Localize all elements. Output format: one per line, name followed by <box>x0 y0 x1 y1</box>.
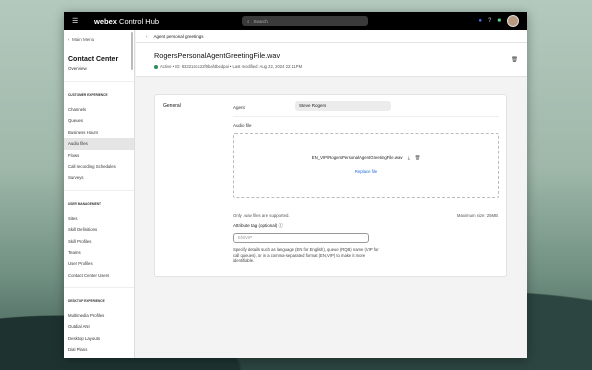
sidebar-item-outdial-ani[interactable]: Outdial ANI <box>64 321 134 332</box>
logo-bold: webex <box>94 16 117 26</box>
status-dot-icon <box>154 64 158 69</box>
search-icon: ⌕ <box>247 18 250 24</box>
general-card: General Agent Steve Rogers Audio file EN… <box>154 94 507 277</box>
sidebar-item-contact-center-users[interactable]: Contact Center Users <box>64 270 134 281</box>
sidebar-item-user-profiles[interactable]: User Profiles <box>64 258 134 269</box>
top-bar: ☰ webex Control Hub ⌕ Search ● ? ■ <box>64 12 527 30</box>
sidebar-item-queues[interactable]: Queues <box>64 115 134 126</box>
sidebar-item-overview[interactable]: Overview <box>64 66 134 82</box>
file-type-hint: Only .wav files are supported. <box>233 213 290 218</box>
info-icon[interactable]: ⓘ <box>279 223 284 228</box>
status-badge: Active <box>160 64 172 69</box>
file-meta: Active • ID: 833214cc22f0baf4bedpai • La… <box>154 64 302 69</box>
sidebar-item-desktop-layouts[interactable]: Desktop Layouts <box>64 333 134 344</box>
sidebar-item-skill-definitions[interactable]: Skill Definitions <box>64 224 134 235</box>
sidebar-title: Contact Center <box>68 56 119 63</box>
divider <box>233 116 499 117</box>
search-placeholder: Search <box>253 18 268 24</box>
sidebar-item-surveys[interactable]: Surveys <box>64 172 134 183</box>
webex-logo: webex Control Hub <box>94 17 159 26</box>
section-heading-desktop-experience: Desktop Experience <box>68 299 105 304</box>
logo-rest: Control Hub <box>116 16 160 26</box>
attribute-tag-text: Attribute tag (optional) <box>233 223 278 228</box>
max-size-hint: Maximum size: 25MB <box>456 213 498 218</box>
menu-icon[interactable]: ☰ <box>72 17 86 25</box>
sidebar-scrollbar[interactable] <box>131 32 133 70</box>
replace-file-link[interactable]: Replace file <box>234 169 498 174</box>
attribute-tag-input[interactable]: EN/VIP <box>233 233 369 243</box>
agent-field: Steve Rogers <box>295 101 391 111</box>
apps-icon[interactable]: ■ <box>497 18 501 24</box>
sidebar-item-sites[interactable]: Sites <box>64 213 134 224</box>
sidebar-item-skill-profiles[interactable]: Skill Profiles <box>64 236 134 247</box>
sidebar-item-channels[interactable]: Channels <box>64 104 134 115</box>
sidebar: ‹ Main Menu Contact Center Overview Cust… <box>64 30 135 358</box>
breadcrumb-label[interactable]: Agent personal greetings <box>154 34 204 39</box>
page-header: RogersPersonalAgentGreetingFile.wav Acti… <box>136 43 527 77</box>
avatar[interactable] <box>507 15 519 27</box>
sidebar-item-multimedia-profiles[interactable]: Multimedia Profiles <box>64 310 134 321</box>
delete-icon[interactable]: 🗑 <box>511 57 518 63</box>
trash-icon[interactable]: 🗑 <box>415 155 420 160</box>
file-drop-zone[interactable]: EN_VIP/RogersPersonalAgentGreetingFile.w… <box>233 133 499 198</box>
sidebar-item-call-recording-schedules[interactable]: Call recording Schedules <box>64 161 134 172</box>
section-heading-customer-experience: Customer Experience <box>68 93 108 97</box>
sidebar-item-audio-files[interactable]: Audio files <box>64 138 134 150</box>
search-input[interactable]: ⌕ Search <box>242 16 368 26</box>
section-title: General <box>163 103 181 109</box>
download-icon[interactable]: ⤓ <box>408 155 410 160</box>
section-heading-user-management: User Management <box>68 201 101 206</box>
main-menu-label: Main Menu <box>72 37 95 42</box>
file-name: EN_VIP/RogersPersonalAgentGreetingFile.w… <box>311 155 403 160</box>
help-icon[interactable]: ? <box>488 18 491 24</box>
sidebar-item-dial-plans[interactable]: Dial Plans <box>64 344 134 355</box>
main-menu-link[interactable]: ‹ Main Menu <box>64 30 134 49</box>
file-row: EN_VIP/RogersPersonalAgentGreetingFile.w… <box>234 155 498 161</box>
control-hub-window: ☰ webex Control Hub ⌕ Search ● ? ■ ‹ Mai… <box>64 12 527 358</box>
notification-icon[interactable]: ● <box>478 18 482 24</box>
sidebar-item-business-hours[interactable]: Business Hours <box>64 127 134 138</box>
attribute-tag-help: Specify details such as language (EN for… <box>233 247 379 264</box>
attribute-tag-label: Attribute tag (optional) ⓘ <box>233 223 283 229</box>
meta-details: • ID: 833214cc22f0baf4bedpai • Last modi… <box>171 64 303 69</box>
page-title: RogersPersonalAgentGreetingFile.wav <box>154 51 281 60</box>
agent-label: Agent <box>233 105 245 110</box>
back-chevron-icon[interactable]: ‹ <box>146 34 148 39</box>
audio-file-label: Audio file <box>233 123 252 128</box>
breadcrumb: ‹ Agent personal greetings <box>136 30 527 43</box>
sidebar-item-flows[interactable]: Flows <box>64 150 134 161</box>
top-icons: ● ? ■ <box>478 15 519 27</box>
sidebar-item-teams[interactable]: Teams <box>64 247 134 258</box>
